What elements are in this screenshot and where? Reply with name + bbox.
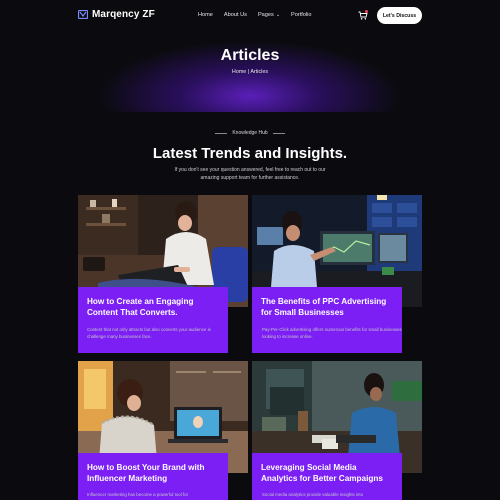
eyebrow-line-right — [272, 132, 285, 134]
breadcrumb[interactable]: Home | Articles — [0, 69, 500, 75]
article-excerpt: Pay-Per-Click advertising offers numerou… — [262, 327, 402, 339]
article-excerpt: Influencer marketing has become a powerf… — [87, 492, 189, 497]
top-navigation: Marqency ZF Home About Us Pages ⌄ Portfo… — [0, 0, 500, 32]
article-title[interactable]: Leveraging Social Media Analytics for Be… — [261, 463, 393, 484]
eyebrow-label: Knowledge Hub — [232, 130, 268, 136]
article-title[interactable]: How to Boost Your Brand with Influencer … — [87, 463, 219, 484]
eyebrow-line-left — [215, 132, 228, 134]
nav-link-portfolio[interactable]: Portfolio — [291, 12, 312, 18]
main-menu: Home About Us Pages ⌄ Portfolio — [198, 12, 312, 18]
page-title: Articles — [220, 47, 280, 64]
hero-banner: Marqency ZF Home About Us Pages ⌄ Portfo… — [0, 0, 500, 112]
chevron-down-icon: ⌄ — [275, 12, 281, 18]
article-title-panel[interactable]: The Benefits of PPC Advertising for Smal… — [252, 287, 402, 353]
article-excerpt: Content that not only attracts but also … — [87, 327, 211, 339]
nav-link-pages-label: Pages — [257, 12, 274, 18]
section-subtitle: If you don't see your question answered,… — [174, 167, 326, 181]
nav-link-about[interactable]: About Us — [224, 12, 247, 18]
article-title[interactable]: The Benefits of PPC Advertising for Smal… — [261, 297, 393, 318]
section-title: Latest Trends and Insights. — [152, 145, 348, 162]
brand-name: Marqency ZF — [92, 9, 155, 20]
brand-logo[interactable]: Marqency ZF — [78, 9, 155, 20]
article-excerpt: Social media analytics provide valuable … — [262, 492, 364, 497]
nav-link-pages[interactable]: Pages ⌄ — [258, 12, 280, 18]
cart-badge — [365, 10, 368, 13]
nav-link-home[interactable]: Home — [198, 12, 213, 18]
section-eyebrow: Knowledge Hub — [0, 130, 500, 136]
article-title-panel[interactable]: How to Create an Engaging Content That C… — [78, 287, 228, 353]
article-title[interactable]: How to Create an Engaging Content That C… — [87, 297, 219, 318]
lets-discuss-button[interactable]: Let's Discuss — [377, 7, 422, 24]
logo-mark-icon — [78, 10, 88, 19]
